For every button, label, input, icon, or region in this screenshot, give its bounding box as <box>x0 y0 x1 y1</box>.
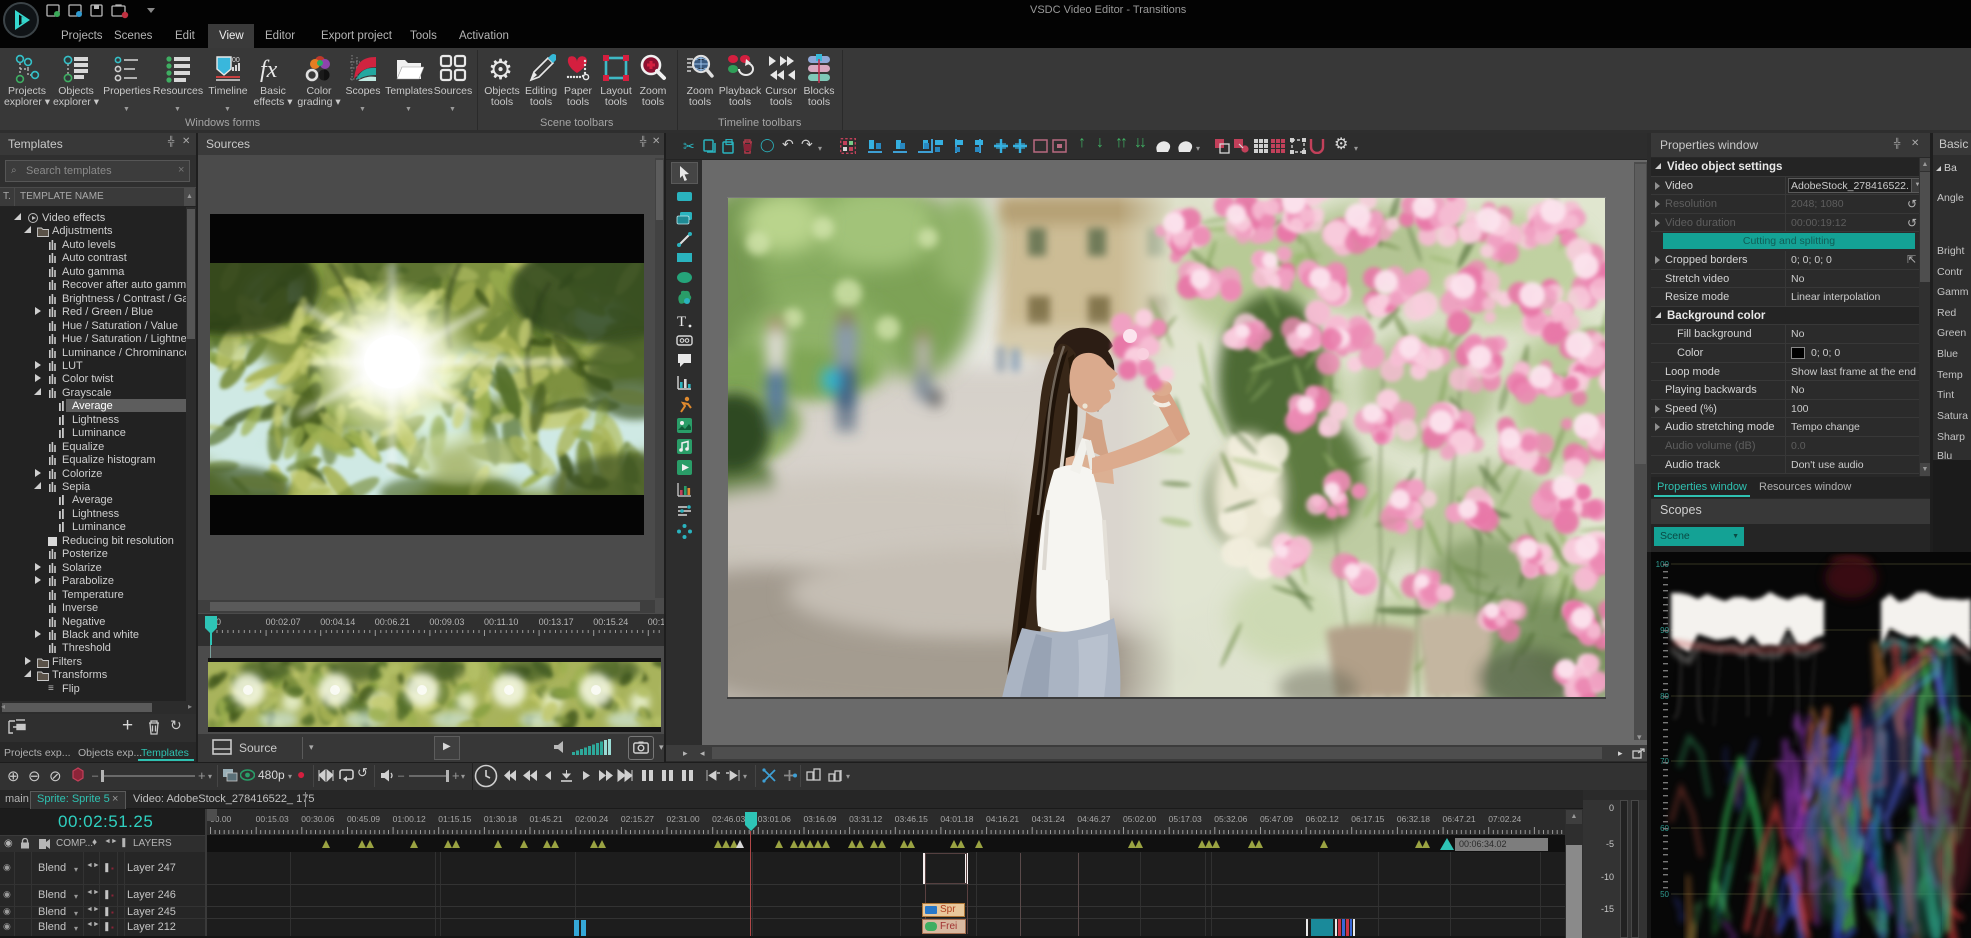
svg-text:T: T <box>677 314 686 329</box>
svg-text:50: 50 <box>1660 890 1669 899</box>
svg-text:⚙: ⚙ <box>488 54 513 85</box>
svg-text:70: 70 <box>1660 757 1669 766</box>
svg-text:00: 00 <box>232 57 240 64</box>
svg-text:fx: fx <box>260 57 278 83</box>
